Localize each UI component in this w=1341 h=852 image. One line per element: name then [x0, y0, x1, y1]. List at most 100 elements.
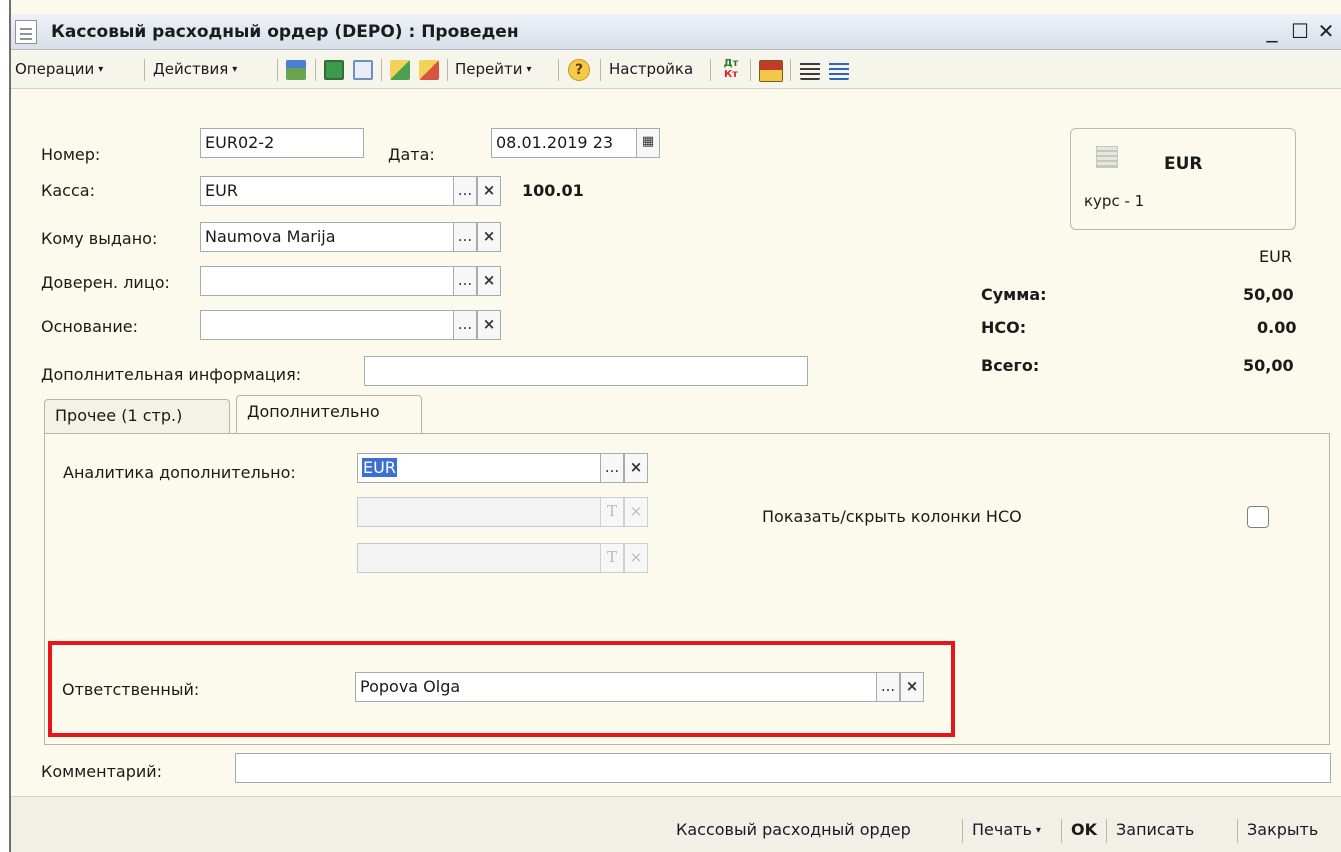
toolbar-divider — [144, 59, 145, 81]
trustee-select-button[interactable]: ... — [453, 266, 477, 296]
extra-info-field[interactable] — [364, 356, 808, 386]
bottom-divider — [1106, 819, 1107, 843]
toolbar-divider — [277, 59, 278, 81]
responsible-field[interactable]: Popova Olga — [355, 672, 877, 702]
summary-currency: EUR — [1259, 247, 1292, 266]
tab-other[interactable]: Прочее (1 стр.) — [44, 399, 230, 433]
analytics-value: EUR — [362, 458, 397, 477]
tab-additional[interactable]: Дополнительно — [236, 395, 422, 433]
toolbar-divider — [790, 59, 791, 81]
fill-icon[interactable] — [390, 60, 410, 80]
chevron-down-icon: ▾ — [526, 64, 532, 75]
currency-rate-box[interactable]: EUR курс - 1 — [1070, 128, 1296, 230]
responsible-label: Ответственный: — [62, 680, 200, 699]
responsible-clear-button[interactable]: × — [900, 672, 924, 702]
ok-button[interactable]: OK — [1071, 820, 1097, 839]
list-icon[interactable] — [800, 60, 820, 80]
toolbar-divider — [600, 59, 601, 81]
minimize-button[interactable]: _ — [1259, 18, 1285, 44]
analytics-field-2 — [357, 497, 601, 527]
analytics-type-button-2: T — [600, 497, 624, 527]
issued-to-field[interactable]: Naumova Marija — [200, 222, 454, 252]
comment-label: Комментарий: — [41, 762, 163, 781]
date-label: Дата: — [388, 145, 435, 164]
columns-icon[interactable] — [829, 60, 849, 80]
vat-value: 0.00 — [1257, 318, 1297, 337]
currency-icon — [1096, 146, 1118, 168]
bottom-divider — [962, 819, 963, 843]
actions-menu[interactable]: Действия ▾ — [153, 60, 237, 78]
maximize-button[interactable]: ☐ — [1287, 18, 1313, 44]
analytics-field[interactable]: EUR — [357, 453, 601, 483]
toolbar-divider — [315, 59, 316, 81]
document-window: Кассовый расходный ордер (DEPO) : Провед… — [9, 0, 1341, 852]
cash-account: 100.01 — [522, 181, 584, 200]
comment-field[interactable] — [235, 753, 1331, 783]
toolbar-divider — [710, 59, 711, 81]
analytics-clear-button-2: × — [624, 497, 648, 527]
basis-field[interactable] — [200, 310, 454, 340]
post-icon[interactable] — [286, 60, 306, 80]
analytics-select-button[interactable]: ... — [600, 453, 624, 483]
analytics-type-button-3: T — [600, 543, 624, 573]
trustee-clear-button[interactable]: × — [477, 266, 501, 296]
trustee-label: Доверен. лицо: — [41, 273, 170, 292]
currency-code: EUR — [1164, 154, 1203, 174]
responsible-select-button[interactable]: ... — [876, 672, 900, 702]
analytics-label: Аналитика дополнительно: — [63, 463, 296, 482]
dtkt-icon[interactable]: Дт Кт — [719, 58, 743, 82]
print-menu[interactable]: Печать ▾ — [972, 820, 1041, 839]
trustee-field[interactable] — [200, 266, 454, 296]
issued-to-label: Кому выдано: — [41, 229, 158, 248]
toolbar-divider — [381, 59, 382, 81]
cash-label: Касса: — [41, 181, 95, 200]
help-icon[interactable]: ? — [568, 59, 590, 81]
structure-icon[interactable] — [759, 60, 783, 82]
analytics-field-3 — [357, 543, 601, 573]
sum-label: Сумма: — [981, 285, 1047, 304]
operations-menu[interactable]: Операции ▾ — [15, 60, 103, 78]
sum-value: 50,00 — [1243, 285, 1294, 304]
document-icon — [15, 20, 37, 44]
cash-select-button[interactable]: ... — [453, 176, 477, 206]
analytics-clear-button[interactable]: × — [624, 453, 648, 483]
goto-menu[interactable]: Перейти ▾ — [455, 60, 532, 78]
cash-field[interactable]: EUR — [200, 176, 454, 206]
unfill-icon[interactable] — [419, 60, 439, 80]
basis-select-button[interactable]: ... — [453, 310, 477, 340]
toggle-vat-columns-label: Показать/скрыть колонки НСО — [762, 507, 1022, 526]
bottom-bar: Кассовый расходный ордер Печать ▾ OK Запи… — [11, 796, 1341, 852]
chevron-down-icon: ▾ — [98, 64, 104, 75]
title-bar[interactable]: Кассовый расходный ордер (DEPO) : Провед… — [11, 14, 1341, 50]
save-button[interactable]: Записать — [1116, 820, 1194, 839]
window-title: Кассовый расходный ордер (DEPO) : Провед… — [51, 22, 519, 42]
bottom-divider — [1237, 819, 1238, 843]
toolbar-divider — [558, 59, 559, 81]
copy-icon[interactable] — [353, 60, 373, 80]
chevron-down-icon: ▾ — [232, 64, 238, 75]
number-field[interactable]: EUR02-2 — [200, 128, 364, 158]
total-label: Всего: — [981, 356, 1040, 375]
cash-clear-button[interactable]: × — [477, 176, 501, 206]
vat-label: НСО: — [981, 318, 1027, 337]
total-value: 50,00 — [1243, 356, 1294, 375]
toolbar: Операции ▾ Действия ▾ Перейти ▾ ? Настройка… — [11, 51, 1341, 89]
close-form-button[interactable]: Закрыть — [1247, 820, 1318, 839]
settings-button[interactable]: Настройка — [609, 60, 693, 78]
close-button[interactable]: ✕ — [1313, 18, 1339, 44]
print-form-button[interactable]: Кассовый расходный ордер — [676, 820, 911, 839]
bottom-divider — [1061, 819, 1062, 843]
extra-info-label: Дополнительная информация: — [41, 365, 302, 384]
toggle-vat-columns-checkbox[interactable] — [1247, 506, 1269, 528]
issued-to-select-button[interactable]: ... — [453, 222, 477, 252]
currency-rate: курс - 1 — [1084, 192, 1145, 210]
analytics-clear-button-3: × — [624, 543, 648, 573]
date-field[interactable]: 08.01.2019 23 — [491, 128, 637, 158]
calendar-icon[interactable]: ▦ — [636, 128, 660, 158]
toolbar-divider — [750, 59, 751, 81]
basis-clear-button[interactable]: × — [477, 310, 501, 340]
refresh-icon[interactable] — [324, 60, 344, 80]
toolbar-divider — [447, 59, 448, 81]
number-label: Номер: — [41, 145, 101, 164]
issued-to-clear-button[interactable]: × — [477, 222, 501, 252]
